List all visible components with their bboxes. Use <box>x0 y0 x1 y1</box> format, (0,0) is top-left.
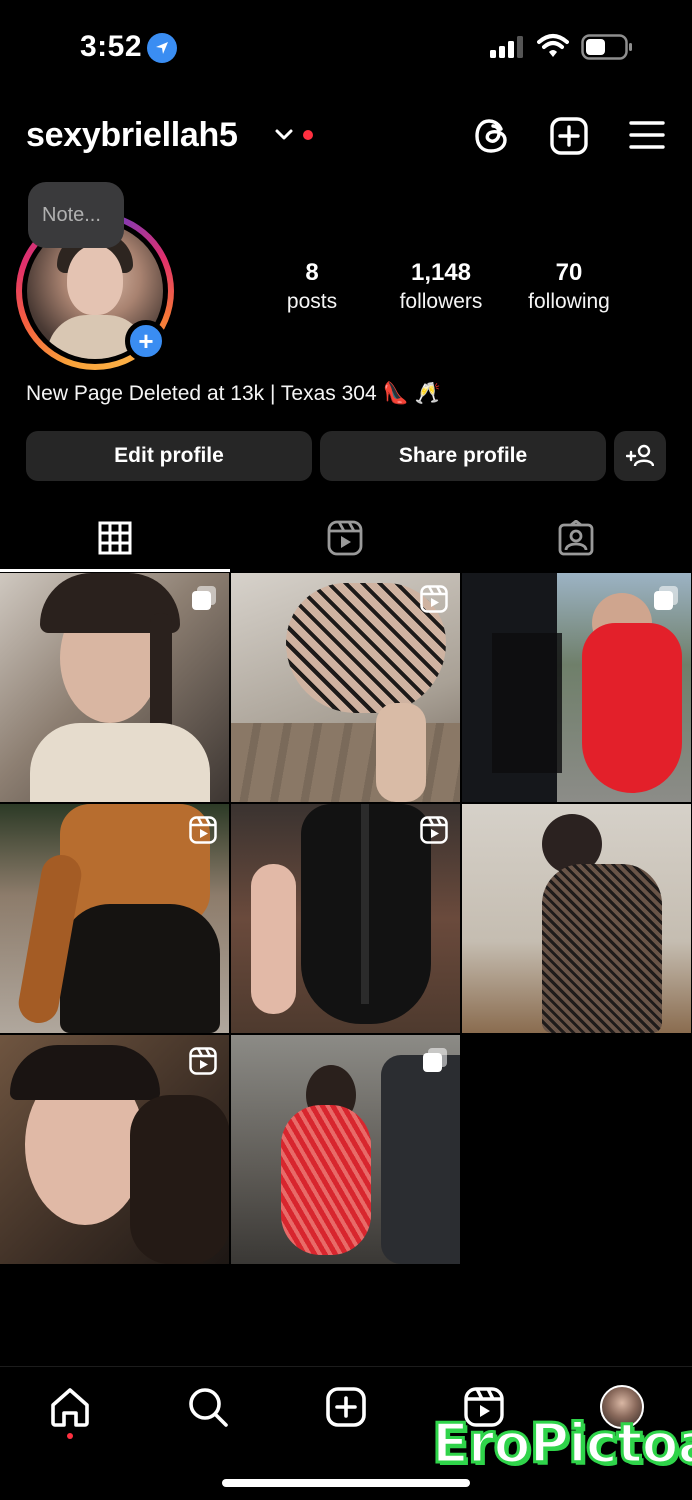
posts-count[interactable]: 8 posts <box>272 258 352 316</box>
post-tile[interactable] <box>231 804 460 1033</box>
notification-dot <box>303 130 313 140</box>
post-tile[interactable] <box>462 804 691 1033</box>
tagged-icon <box>558 520 594 556</box>
menu-icon[interactable] <box>629 120 665 150</box>
reel-icon <box>420 585 448 613</box>
post-tile[interactable] <box>462 573 691 802</box>
post-tile[interactable] <box>0 573 229 802</box>
home-indicator <box>222 1479 470 1487</box>
carousel-icon <box>654 586 678 610</box>
create-post-icon[interactable] <box>550 117 588 155</box>
status-time: 3:52 <box>80 30 143 63</box>
discover-people-button[interactable] <box>614 431 666 481</box>
post-tile[interactable] <box>0 804 229 1033</box>
reels-icon <box>327 520 363 556</box>
battery-icon <box>581 34 632 60</box>
home-icon[interactable] <box>48 1385 92 1429</box>
location-icon <box>147 33 177 63</box>
add-person-icon <box>626 444 654 467</box>
signal-icon <box>490 36 523 58</box>
username[interactable]: sexybriellah5 <box>26 116 238 155</box>
posts-label: posts <box>286 290 338 313</box>
create-icon[interactable] <box>324 1385 368 1429</box>
followers-count[interactable]: 1,148 followers <box>381 258 501 316</box>
carousel-icon <box>192 586 216 610</box>
share-profile-button[interactable]: Share profile <box>320 431 606 481</box>
followers-label: followers <box>399 290 483 313</box>
threads-icon[interactable] <box>474 117 510 155</box>
grid-icon <box>98 521 132 555</box>
reel-icon <box>420 816 448 844</box>
following-value: 70 <box>555 259 583 286</box>
post-tile[interactable] <box>231 1035 460 1264</box>
add-story-button[interactable]: + <box>125 320 167 362</box>
photo-indicator <box>678 816 679 817</box>
search-icon[interactable] <box>186 1385 230 1429</box>
posts-value: 8 <box>305 259 319 286</box>
reel-icon <box>189 1047 217 1075</box>
profile-header: sexybriellah5 <box>0 100 692 172</box>
tab-tagged[interactable] <box>546 516 606 560</box>
note-bubble[interactable]: Note... <box>28 182 124 248</box>
tab-reels[interactable] <box>315 516 375 560</box>
post-tile[interactable] <box>0 1035 229 1264</box>
post-tile[interactable] <box>231 573 460 802</box>
edit-profile-button[interactable]: Edit profile <box>26 431 312 481</box>
following-count[interactable]: 70 following <box>514 258 624 316</box>
active-tab-indicator <box>0 569 230 572</box>
watermark: EroPictoa <box>430 1411 692 1477</box>
followers-value: 1,148 <box>410 259 472 286</box>
chevron-down-icon[interactable] <box>274 128 294 142</box>
status-bar: 3:52 <box>0 0 692 96</box>
carousel-icon <box>423 1048 447 1072</box>
tab-posts-grid[interactable] <box>85 516 145 560</box>
reel-icon <box>189 816 217 844</box>
following-label: following <box>528 290 610 313</box>
wifi-icon <box>537 34 569 57</box>
bio-text: New Page Deleted at 13k | Texas 304 👠 🥂 <box>26 382 441 405</box>
home-notification-dot <box>67 1433 73 1439</box>
